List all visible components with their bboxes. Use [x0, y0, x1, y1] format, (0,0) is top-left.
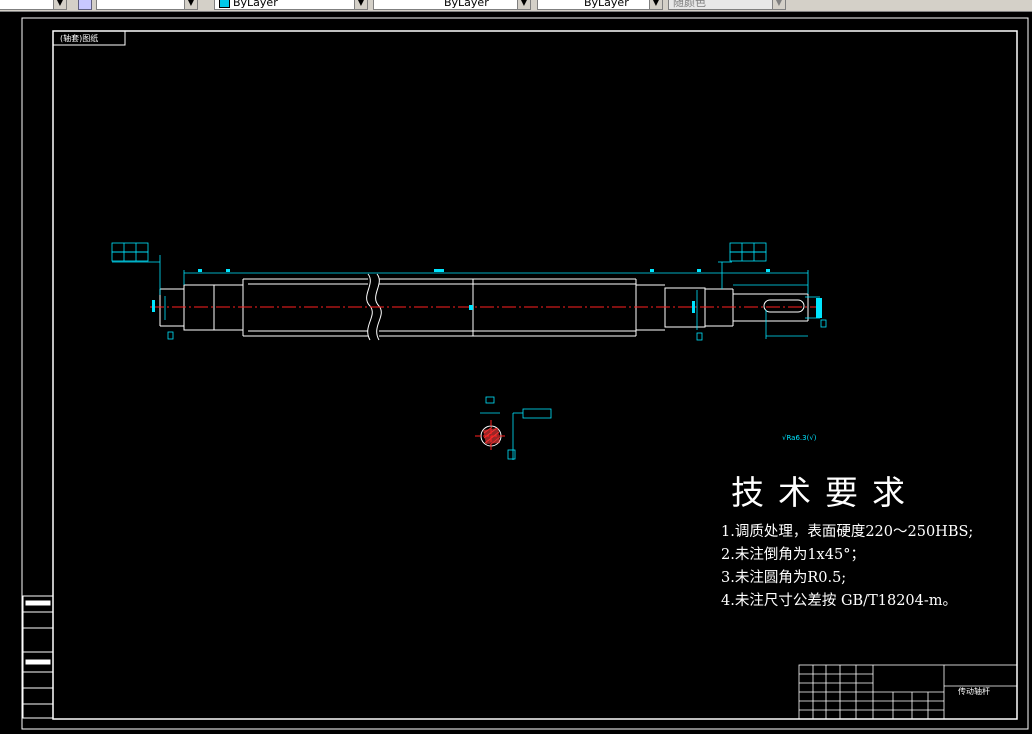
frame-label: (轴套)图纸 [60, 34, 99, 43]
chevron-down-icon[interactable]: ▼ [354, 0, 367, 9]
lineweight-combo-value: ByLayer [584, 0, 629, 9]
inner-border [52, 30, 1018, 720]
plotstyle-combo-value: 随颜色 [673, 0, 706, 9]
chevron-down-icon[interactable]: ▼ [772, 0, 785, 9]
chevron-down-icon[interactable]: ▼ [649, 0, 662, 9]
color-swatch [219, 0, 230, 8]
color-combo-value: ByLayer [233, 0, 278, 9]
layer-previous-icon[interactable] [78, 0, 92, 10]
note-line-2: 2.未注倒角为1x45°； [721, 547, 865, 563]
lineweight-combo[interactable]: ByLayer ▼ [537, 0, 663, 10]
drawing-svg [21, 17, 1029, 730]
side-binding-strip [22, 595, 54, 719]
chevron-down-icon[interactable]: ▼ [53, 0, 66, 9]
roughness-symbol: √Ra6.3(√) [782, 434, 817, 442]
drawing-canvas[interactable]: (轴套)图纸 √Ra6.3(√) 技术要求 1.调质处理，表面硬度220～250… [0, 11, 1032, 734]
layer-combo[interactable]: ▼ [0, 0, 67, 10]
color-combo[interactable]: ByLayer ▼ [214, 0, 368, 10]
linetype-combo[interactable]: ByLayer ▼ [373, 0, 531, 10]
plotstyle-combo[interactable]: 随颜色 ▼ [668, 0, 786, 10]
tolerance-frames [111, 242, 827, 341]
outer-border [21, 17, 1029, 730]
note-line-4: 4.未注尺寸公差按 GB/T18204-m。 [721, 593, 958, 609]
chevron-down-icon[interactable]: ▼ [184, 0, 197, 9]
note-line-1: 1.调质处理，表面硬度220～250HBS; [721, 524, 974, 540]
note-line-3: 3.未注圆角为R0.5; [721, 570, 847, 586]
section-view [475, 396, 552, 460]
chevron-down-icon[interactable]: ▼ [517, 0, 530, 9]
dimension-marks [152, 269, 822, 318]
title-block-name: 传动轴杆 [958, 687, 990, 696]
linetype-combo-value: ByLayer [444, 0, 489, 9]
layer-state-combo[interactable]: ▼ [96, 0, 198, 10]
notes-title: 技术要求 [731, 473, 919, 512]
